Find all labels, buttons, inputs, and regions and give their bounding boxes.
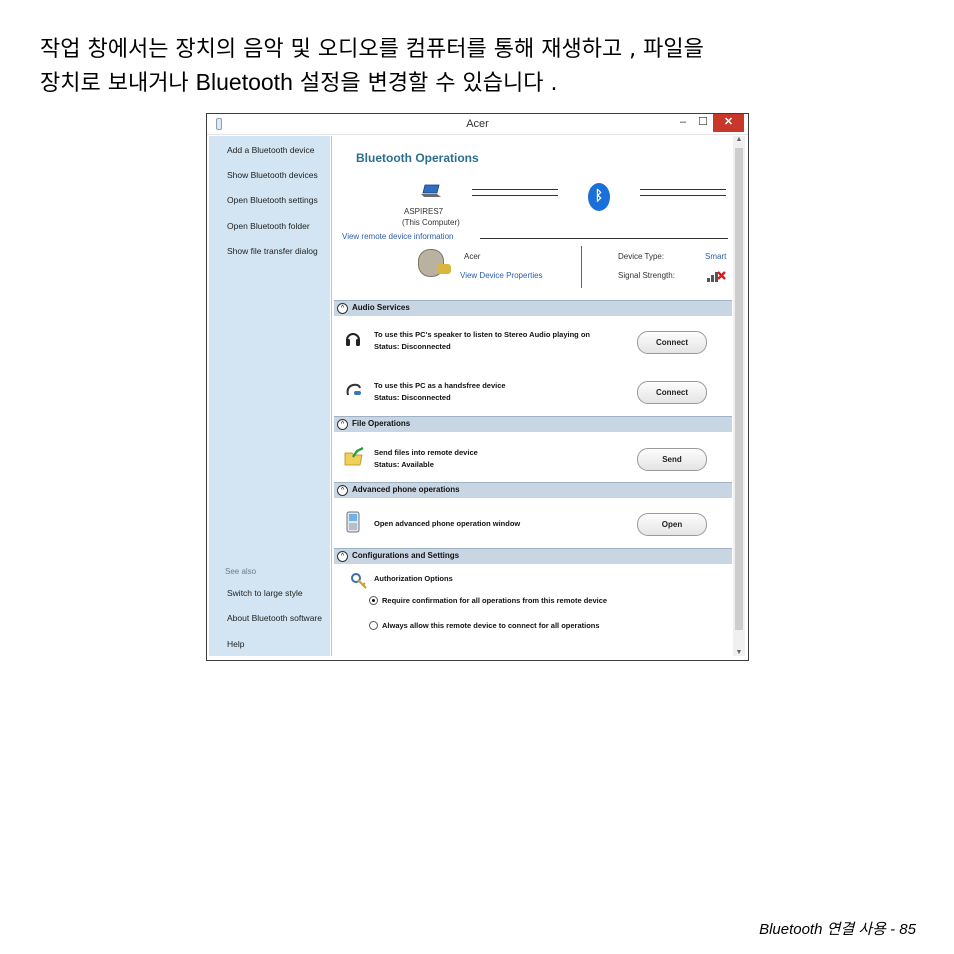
view-remote-link[interactable]: View remote device information <box>342 232 453 241</box>
intro-line-2: 장치로 보내거나 Bluetooth 설정을 변경할 수 있습니다 . <box>40 66 930 100</box>
see-also-heading: See also <box>225 567 257 576</box>
section-title: Advanced phone operations <box>352 485 460 494</box>
laptop-icon <box>421 184 441 197</box>
link-line <box>640 195 726 196</box>
section-title: Configurations and Settings <box>352 551 460 560</box>
send-button[interactable]: Send <box>637 448 707 471</box>
send-files-icon <box>344 447 364 466</box>
bluetooth-window: Acer – ☐ ✕ Add a Bluetooth device Show B… <box>206 113 749 661</box>
connect-handsfree-button[interactable]: Connect <box>637 381 707 404</box>
authorization-options-label: Authorization Options <box>374 574 453 583</box>
scroll-thumb[interactable] <box>735 148 743 630</box>
link-line <box>472 195 558 196</box>
maximize-button[interactable]: ☐ <box>693 114 713 132</box>
page-title: Bluetooth Operations <box>356 151 479 165</box>
sidebar-item-file-transfer[interactable]: Show file transfer dialog <box>227 246 318 256</box>
page-footer: Bluetooth 연결 사용 - 85 <box>759 921 916 938</box>
connect-stereo-button[interactable]: Connect <box>637 331 707 354</box>
link-line <box>640 189 726 190</box>
computer-name: ASPIRES7 <box>404 207 444 216</box>
section-configurations[interactable]: ^ Configurations and Settings <box>334 548 732 564</box>
vertical-scrollbar[interactable]: ▲ ▼ <box>733 136 745 656</box>
remote-device-name: Acer <box>464 252 481 261</box>
file-row-text: Send files into remote device <box>374 448 478 457</box>
sidebar-item-open-folder[interactable]: Open Bluetooth folder <box>227 221 310 231</box>
collapse-chevron-icon[interactable]: ^ <box>337 303 348 314</box>
window-title: Acer <box>466 118 489 130</box>
phone-icon <box>346 511 360 533</box>
divider <box>480 238 728 239</box>
section-title: File Operations <box>352 419 411 428</box>
sidebar-item-show-devices[interactable]: Show Bluetooth devices <box>227 170 318 180</box>
headphones-icon <box>346 333 360 346</box>
sidebar-item-help[interactable]: Help <box>227 639 244 649</box>
minimize-button[interactable]: – <box>673 114 693 132</box>
operations-panel: Bluetooth Operations ASPIRES7 (This Comp… <box>331 136 732 656</box>
section-file-operations[interactable]: ^ File Operations <box>334 416 732 432</box>
scroll-up-icon[interactable]: ▲ <box>733 136 745 143</box>
intro-text: 작업 창에서는 장치의 음악 및 오디오를 컴퓨터를 통해 재생하고 , 파일을… <box>40 34 930 100</box>
always-allow-label[interactable]: Always allow this remote device to conne… <box>382 620 600 631</box>
require-confirmation-label[interactable]: Require confirmation for all operations … <box>382 595 607 606</box>
sidebar-item-open-settings[interactable]: Open Bluetooth settings <box>227 195 318 205</box>
file-row-status: Status: Available <box>374 460 434 469</box>
sidebar-item-large-style[interactable]: Switch to large style <box>227 588 303 598</box>
view-properties-link[interactable]: View Device Properties <box>460 271 543 280</box>
sidebar-background <box>209 136 330 656</box>
collapse-chevron-icon[interactable]: ^ <box>337 551 348 562</box>
headset-icon <box>346 383 361 396</box>
link-line <box>472 189 558 190</box>
collapse-chevron-icon[interactable]: ^ <box>337 485 348 496</box>
device-type-label: Device Type: <box>618 252 665 261</box>
section-advanced-phone[interactable]: ^ Advanced phone operations <box>334 482 732 498</box>
sidebar-item-add-device[interactable]: Add a Bluetooth device <box>227 145 314 155</box>
audio-row-2-status: Status: Disconnected <box>374 393 451 402</box>
close-button[interactable]: ✕ <box>713 114 744 132</box>
authorization-icon <box>351 573 367 589</box>
section-title: Audio Services <box>352 303 410 312</box>
bluetooth-glyph: ᛒ <box>594 187 604 203</box>
audio-row-2-text: To use this PC as a handsfree device <box>374 381 506 390</box>
remote-device-icon <box>418 249 451 277</box>
intro-line-2-pre: 장치로 보내거나 <box>40 71 196 96</box>
scroll-down-icon[interactable]: ▼ <box>733 649 745 656</box>
intro-line-1: 작업 창에서는 장치의 음악 및 오디오를 컴퓨터를 통해 재생하고 , 파일을 <box>40 37 704 62</box>
sidebar-item-about[interactable]: About Bluetooth software <box>227 613 322 623</box>
phone-row-text: Open advanced phone operation window <box>374 519 521 528</box>
audio-row-1-status: Status: Disconnected <box>374 342 451 351</box>
computer-subtitle: (This Computer) <box>402 218 460 227</box>
audio-row-1-text: To use this PC's speaker to listen to St… <box>374 330 590 339</box>
bluetooth-icon: ᛒ <box>588 183 610 211</box>
title-bar[interactable]: Acer – ☐ ✕ <box>207 114 748 135</box>
intro-line-2-en: Bluetooth <box>195 69 293 95</box>
intro-line-2-post: 설정을 변경할 수 있습니다 . <box>292 71 558 96</box>
collapse-chevron-icon[interactable]: ^ <box>337 419 348 430</box>
signal-strength-label: Signal Strength: <box>618 271 675 280</box>
signal-strength-icon <box>707 268 727 282</box>
always-allow-radio[interactable] <box>369 621 378 630</box>
vertical-separator <box>581 246 582 288</box>
section-audio-services[interactable]: ^ Audio Services <box>334 300 732 316</box>
device-type-value: Smart <box>705 252 727 261</box>
require-confirmation-radio[interactable] <box>369 596 378 605</box>
open-button[interactable]: Open <box>637 513 707 536</box>
